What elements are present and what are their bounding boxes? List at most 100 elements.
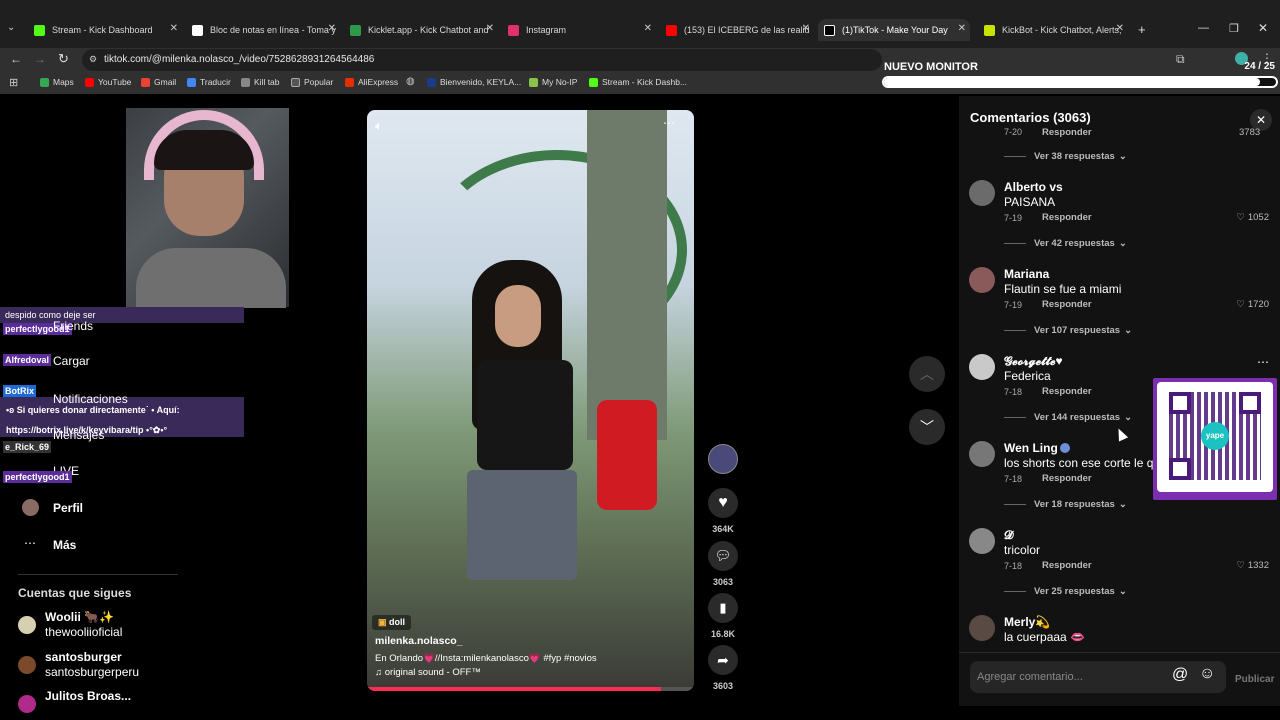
- view-replies-button[interactable]: Ver 38 respuestas ⌄: [1004, 151, 1127, 162]
- reply-button[interactable]: Responder: [1042, 473, 1092, 484]
- reply-button[interactable]: Responder: [1042, 299, 1092, 310]
- tab-bloc-notas[interactable]: Bloc de notas en línea - Toma y ✕: [186, 19, 336, 41]
- close-tab-icon[interactable]: ✕: [328, 23, 336, 34]
- close-window-icon[interactable]: ✕: [1258, 21, 1268, 35]
- comment-author[interactable]: 𝓖𝓮𝓸𝓻𝓰𝓮𝓽𝓽𝓮♥: [1004, 354, 1063, 369]
- minimize-icon[interactable]: —: [1198, 22, 1209, 34]
- bookmark-label: Kill tab: [254, 77, 280, 87]
- comment-input[interactable]: Agregar comentario... @ ☺: [970, 661, 1226, 693]
- following-account[interactable]: Julitos Broas...: [18, 689, 218, 713]
- bookmark-label: Maps: [53, 77, 74, 87]
- following-account[interactable]: Woolii 🐂✨ thewooliioficial: [18, 610, 218, 640]
- tab-kick-dashboard[interactable]: Stream - Kick Dashboard ✕: [28, 19, 178, 41]
- video-more-icon[interactable]: ⋯: [663, 116, 675, 130]
- reply-button[interactable]: Responder: [1042, 560, 1092, 571]
- bookmark-gmail[interactable]: Gmail: [141, 77, 176, 87]
- avatar[interactable]: [22, 499, 39, 516]
- save-button[interactable]: ▮: [708, 593, 738, 623]
- video-progress-bar[interactable]: [367, 687, 694, 691]
- nav-label: Friends: [53, 319, 94, 333]
- avatar[interactable]: [969, 180, 995, 206]
- mention-icon[interactable]: @: [1172, 666, 1188, 684]
- view-replies-button[interactable]: Ver 18 respuestas ⌄: [1004, 499, 1127, 510]
- view-replies-label: Ver 25 respuestas: [1034, 586, 1115, 597]
- previous-video-button[interactable]: ︿: [909, 356, 945, 392]
- nav-mas[interactable]: Más: [53, 538, 76, 552]
- tab-kickbot[interactable]: KickBot - Kick Chatbot, Alerts, ✕: [978, 19, 1128, 41]
- view-replies-button[interactable]: Ver 107 respuestas ⌄: [1004, 325, 1132, 336]
- comment-like-button[interactable]: ♡ 1332: [1236, 560, 1269, 571]
- comments-title: Comentarios (3063): [970, 110, 1091, 125]
- bookmark-maps[interactable]: Maps: [40, 77, 74, 87]
- bookmark-traducir[interactable]: Traducir: [187, 77, 231, 87]
- emoji-icon[interactable]: ☺: [1199, 665, 1215, 683]
- restore-icon[interactable]: ❐: [1229, 22, 1239, 35]
- new-tab-icon[interactable]: +: [1138, 22, 1146, 37]
- view-replies-button[interactable]: Ver 144 respuestas ⌄: [1004, 412, 1132, 423]
- comment-author[interactable]: Merly💫: [1004, 615, 1050, 629]
- close-tab-icon[interactable]: ✕: [486, 23, 494, 34]
- tab-search-icon[interactable]: ⌄: [7, 22, 15, 33]
- bookmark-no-ip[interactable]: My No-IP: [529, 77, 577, 87]
- more-dots-icon[interactable]: ⋯: [24, 536, 36, 550]
- comment-like-count[interactable]: 3783: [1239, 127, 1260, 138]
- comment-button[interactable]: 💬︎: [708, 541, 738, 571]
- comment-author[interactable]: Mariana: [1004, 267, 1049, 281]
- tab-tiktok[interactable]: (1)TikTok - Make Your Day ✕: [818, 19, 970, 41]
- comment-text: la cuerpaaa 👄: [1004, 630, 1085, 644]
- globe-icon[interactable]: ◍: [406, 76, 415, 87]
- bookmark-popular[interactable]: Popular: [291, 77, 333, 87]
- sticker-tag[interactable]: ▣ doll: [372, 615, 412, 630]
- video-author[interactable]: milenka.nolasco_: [375, 635, 463, 647]
- volume-icon[interactable]: 🔈︎: [375, 118, 383, 134]
- nav-friends[interactable]: Friends: [53, 319, 93, 333]
- creator-avatar[interactable]: [708, 444, 738, 474]
- site-info-icon[interactable]: ⚙: [89, 54, 97, 65]
- avatar[interactable]: [969, 267, 995, 293]
- bookmark-youtube[interactable]: YouTube: [85, 77, 131, 87]
- bookmark-aliexpress[interactable]: AliExpress: [345, 77, 398, 87]
- address-bar[interactable]: ⚙ tiktok.com/@milenka.nolasco_/video/752…: [82, 49, 882, 71]
- nav-cargar[interactable]: Cargar: [53, 354, 90, 368]
- apps-icon[interactable]: ⊞: [9, 76, 18, 89]
- like-button[interactable]: ♥: [708, 488, 738, 518]
- reply-button[interactable]: Responder: [1042, 212, 1092, 223]
- avatar[interactable]: [969, 441, 995, 467]
- comment-like-button[interactable]: ♡ 1720: [1236, 299, 1269, 310]
- avatar[interactable]: [969, 615, 995, 641]
- comment-author[interactable]: Alberto vs: [1004, 180, 1063, 194]
- close-tab-icon[interactable]: ✕: [802, 23, 810, 34]
- bookmark-kill-tab[interactable]: Kill tab: [241, 77, 280, 87]
- comment-author[interactable]: 𝓓: [1004, 528, 1013, 543]
- following-account[interactable]: santosburger santosburgerperu: [18, 650, 218, 680]
- close-tab-icon[interactable]: ✕: [1116, 23, 1124, 34]
- back-icon[interactable]: ←: [10, 52, 22, 66]
- reload-icon[interactable]: ↻: [58, 51, 69, 67]
- tab-youtube-iceberg[interactable]: (153) El ICEBERG de las realida ✕: [660, 19, 810, 41]
- nav-notificaciones[interactable]: Notificaciones: [53, 392, 128, 406]
- video-sound[interactable]: ♫ original sound - OFF™: [375, 667, 481, 678]
- reply-button[interactable]: Responder: [1042, 127, 1092, 138]
- bookmark-stream-kick[interactable]: Stream - Kick Dashb...: [589, 77, 687, 87]
- bookmark-bienvenido[interactable]: Bienvenido, KEYLA...: [427, 77, 521, 87]
- forward-icon[interactable]: →: [34, 52, 46, 66]
- comment-author[interactable]: Wen Ling: [1004, 441, 1058, 455]
- tab-instagram[interactable]: Instagram ✕: [502, 19, 652, 41]
- video-player[interactable]: 🔈︎ ⋯ ▣ doll milenka.nolasco_ En Orlando💗…: [367, 110, 694, 691]
- avatar[interactable]: [969, 354, 995, 380]
- next-video-button[interactable]: ﹀: [909, 409, 945, 445]
- view-replies-button[interactable]: Ver 42 respuestas ⌄: [1004, 238, 1127, 249]
- chat-bot-link: https://botrix.live/k/keyvibara/tip •°✿•…: [6, 425, 167, 436]
- close-tab-icon[interactable]: ✕: [958, 23, 966, 34]
- comment-more-icon[interactable]: ⋯: [1257, 355, 1269, 369]
- tab-kicklet[interactable]: Kicklet.app - Kick Chatbot and ✕: [344, 19, 494, 41]
- close-tab-icon[interactable]: ✕: [170, 23, 178, 34]
- publish-button[interactable]: Publicar: [1235, 674, 1274, 685]
- avatar[interactable]: [969, 528, 995, 554]
- share-button[interactable]: ➦: [708, 645, 738, 675]
- reply-button[interactable]: Responder: [1042, 386, 1092, 397]
- nav-perfil[interactable]: Perfil: [53, 501, 83, 515]
- close-tab-icon[interactable]: ✕: [644, 23, 652, 34]
- view-replies-button[interactable]: Ver 25 respuestas ⌄: [1004, 586, 1127, 597]
- comment-like-button[interactable]: ♡ 1052: [1236, 212, 1269, 223]
